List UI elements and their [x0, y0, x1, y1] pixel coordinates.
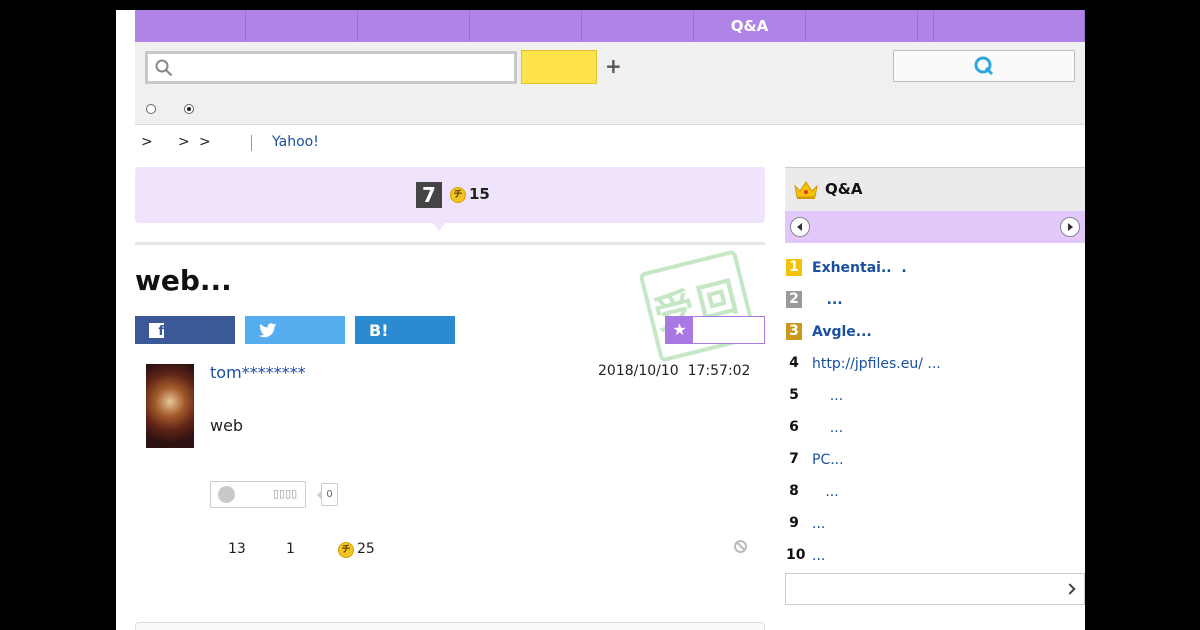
next-answer-card — [135, 622, 765, 630]
radio-option-2[interactable] — [184, 104, 194, 114]
ranking-title-link[interactable]: ... — [812, 484, 838, 500]
ranking-title-link[interactable]: ... — [812, 548, 825, 564]
nav-tab[interactable] — [918, 10, 934, 42]
nav-tab[interactable]: Q&A — [694, 10, 806, 42]
ranking-item[interactable]: 6 ... — [786, 412, 1085, 444]
breadcrumb-separator: > — [199, 134, 211, 150]
ranking-item[interactable]: 5 ... — [786, 380, 1085, 412]
breadcrumb-divider — [251, 135, 252, 151]
ranking-item[interactable]: 4 http://jpfiles.eu/ ... — [786, 348, 1085, 380]
chevron-right-icon — [1064, 583, 1076, 595]
ranking-title-link[interactable]: ... — [812, 516, 825, 532]
ranking-number: 3 — [786, 323, 802, 340]
twitter-share-button[interactable] — [245, 316, 345, 344]
ranking-number: 10 — [786, 547, 806, 563]
report-icon[interactable] — [734, 540, 747, 553]
question-banner: 7 チ 15 — [135, 167, 765, 223]
smile-icon — [218, 486, 235, 503]
yahoo-link[interactable]: Yahoo! — [272, 134, 319, 150]
ranking-title-link[interactable]: http://jpfiles.eu/ ... — [812, 356, 941, 372]
nav-tab[interactable] — [806, 10, 918, 42]
sidebar-tab-strip — [785, 211, 1085, 243]
ranking-list: 1 Exhentai.. . 2 ... 3 Avgle... 4 http://jpfil… — [786, 252, 1085, 572]
page: Q&A + > > > Yahoo! 7 チ 15 web... 受回 f B!… — [116, 10, 1085, 630]
radio-option-1[interactable] — [146, 104, 156, 114]
facebook-icon: f — [149, 322, 164, 339]
ranking-number: 2 — [786, 291, 802, 308]
view-count: 13 — [228, 541, 246, 557]
favorite-button[interactable]: ★ — [665, 316, 765, 344]
sidebar-title: Q&A — [825, 180, 863, 198]
breadcrumb-separator: > — [141, 134, 153, 150]
nav-tab[interactable] — [246, 10, 358, 42]
add-condition-button[interactable]: + — [605, 54, 622, 78]
divider — [135, 242, 765, 245]
nav-tab[interactable] — [470, 10, 582, 42]
question-title: web... — [135, 264, 232, 297]
ranking-number: 5 — [789, 387, 799, 403]
ranking-title-link[interactable]: ... — [812, 388, 843, 404]
ranking-number: 1 — [786, 259, 802, 276]
answer-count: 1 — [286, 541, 295, 557]
hatena-icon: B! — [369, 320, 389, 340]
nav-tab[interactable] — [358, 10, 470, 42]
ranking-item[interactable]: 7 PC... — [786, 444, 1085, 476]
coin-value: 15 — [469, 185, 490, 203]
star-icon: ★ — [666, 317, 693, 343]
top-nav: Q&A — [135, 10, 1085, 42]
ranking-item[interactable]: 3 Avgle... — [786, 316, 1085, 348]
q-logo-icon — [974, 56, 994, 76]
reaction-button[interactable]: ▯▯▯▯ — [210, 481, 306, 508]
coin-icon: チ — [450, 187, 466, 203]
ask-question-button[interactable] — [893, 50, 1075, 82]
ranking-title-link[interactable]: Avgle... — [812, 324, 872, 340]
answer-count-badge: 7 — [416, 182, 442, 208]
avatar[interactable] — [146, 364, 194, 448]
ranking-title-link[interactable]: ... — [812, 420, 843, 436]
ranking-item[interactable]: 8 ... — [786, 476, 1085, 508]
prev-arrow-icon[interactable] — [790, 217, 810, 237]
ranking-title-link[interactable]: ... — [812, 292, 843, 308]
ranking-number: 7 — [789, 451, 799, 467]
ranking-title-link[interactable]: Exhentai.. . — [812, 260, 907, 276]
ranking-item[interactable]: 1 Exhentai.. . — [786, 252, 1085, 284]
hatena-bookmark-button[interactable]: B! — [355, 316, 455, 344]
ranking-item[interactable]: 2 ... — [786, 284, 1085, 316]
ranking-item[interactable]: 10... — [786, 540, 1085, 572]
banner-pointer — [432, 222, 446, 231]
reaction-count: 0 — [317, 483, 338, 506]
sidebar-more-button[interactable] — [785, 573, 1085, 605]
answered-stamp: 受回 — [638, 249, 758, 363]
twitter-icon — [259, 322, 277, 337]
search-icon — [155, 59, 173, 77]
sidebar-header: Q&A — [785, 167, 1085, 211]
ranking-number: 6 — [789, 419, 799, 435]
crown-icon — [794, 181, 818, 199]
search-button[interactable] — [521, 50, 597, 84]
answer-timestamp: 2018/10/10 17:57:02 — [598, 363, 751, 379]
facebook-share-button[interactable]: f — [135, 316, 235, 344]
ranking-number: 4 — [789, 355, 799, 371]
reaction-label: ▯▯▯▯ — [273, 487, 298, 500]
breadcrumb-separator: > — [178, 134, 190, 150]
nav-tab[interactable] — [582, 10, 694, 42]
search-input[interactable] — [145, 51, 517, 84]
answer-body: web — [210, 416, 244, 435]
coin-icon: チ — [338, 542, 354, 558]
ranking-title-link[interactable]: PC... — [812, 452, 844, 468]
answer-username[interactable]: tom******** — [210, 363, 306, 382]
ranking-number: 8 — [789, 483, 799, 499]
ranking-item[interactable]: 9... — [786, 508, 1085, 540]
search-area: + — [135, 42, 1085, 125]
nav-tab[interactable] — [135, 10, 246, 42]
next-arrow-icon[interactable] — [1060, 217, 1080, 237]
coin-reward: 25 — [357, 541, 375, 557]
nav-tab[interactable] — [934, 10, 1085, 42]
ranking-number: 9 — [789, 515, 799, 531]
